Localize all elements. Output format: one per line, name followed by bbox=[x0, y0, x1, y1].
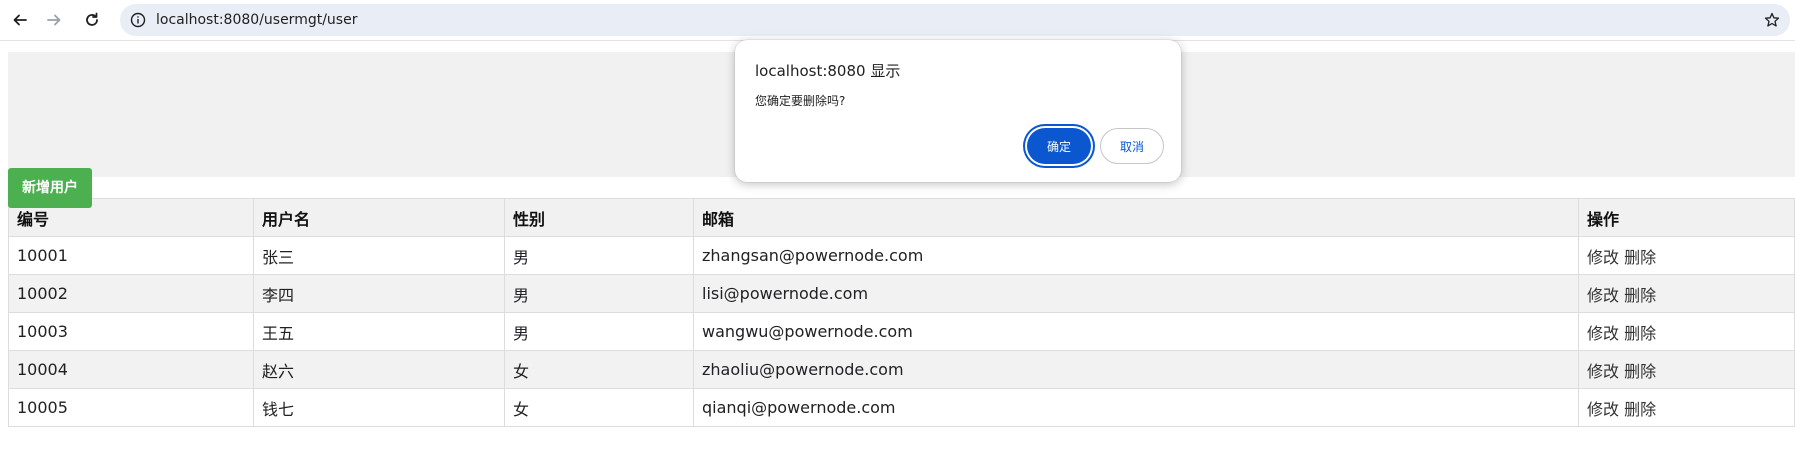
dialog-message: 您确定要删除吗? bbox=[755, 94, 846, 108]
forward-icon[interactable] bbox=[42, 8, 66, 32]
edit-link[interactable]: 修改 bbox=[1587, 362, 1619, 381]
cell-username: 钱七 bbox=[253, 388, 505, 427]
edit-link[interactable]: 修改 bbox=[1587, 248, 1619, 267]
table-row: 10004 赵六 女 zhaoliu@powernode.com 修改 删除 bbox=[8, 350, 1795, 389]
header-email: 邮箱 bbox=[693, 198, 1579, 237]
cell-actions: 修改 删除 bbox=[1578, 236, 1795, 275]
cell-username: 张三 bbox=[253, 236, 505, 275]
edit-link[interactable]: 修改 bbox=[1587, 286, 1619, 305]
table-row: 10003 王五 男 wangwu@powernode.com 修改 删除 bbox=[8, 312, 1795, 351]
header-actions: 操作 bbox=[1578, 198, 1795, 237]
url-text[interactable]: localhost:8080/usermgt/user bbox=[156, 4, 357, 36]
cell-id: 10005 bbox=[8, 388, 254, 427]
cell-id: 10001 bbox=[8, 236, 254, 275]
cell-gender: 男 bbox=[504, 274, 694, 313]
confirm-dialog: localhost:8080 显示 您确定要删除吗? 确定 取消 bbox=[735, 40, 1181, 182]
cell-username: 赵六 bbox=[253, 350, 505, 389]
table-row: 10005 钱七 女 qianqi@powernode.com 修改 删除 bbox=[8, 388, 1795, 427]
cell-id: 10003 bbox=[8, 312, 254, 351]
star-icon[interactable] bbox=[1764, 12, 1780, 28]
cell-email: wangwu@powernode.com bbox=[693, 312, 1579, 351]
browser-toolbar: localhost:8080/usermgt/user bbox=[0, 0, 1795, 41]
cell-username: 李四 bbox=[253, 274, 505, 313]
delete-link[interactable]: 删除 bbox=[1624, 248, 1656, 267]
table-row: 10002 李四 男 lisi@powernode.com 修改 删除 bbox=[8, 274, 1795, 313]
cell-gender: 女 bbox=[504, 388, 694, 427]
cell-id: 10004 bbox=[8, 350, 254, 389]
cell-email: lisi@powernode.com bbox=[693, 274, 1579, 313]
cancel-button[interactable]: 取消 bbox=[1100, 128, 1164, 164]
table-row: 10001 张三 男 zhangsan@powernode.com 修改 删除 bbox=[8, 236, 1795, 275]
cell-email: qianqi@powernode.com bbox=[693, 388, 1579, 427]
delete-link[interactable]: 删除 bbox=[1624, 400, 1656, 419]
cell-email: zhangsan@powernode.com bbox=[693, 236, 1579, 275]
header-username: 用户名 bbox=[253, 198, 505, 237]
info-icon[interactable] bbox=[130, 12, 146, 28]
edit-link[interactable]: 修改 bbox=[1587, 324, 1619, 343]
cell-gender: 男 bbox=[504, 236, 694, 275]
dialog-title: localhost:8080 显示 bbox=[755, 62, 901, 80]
delete-link[interactable]: 删除 bbox=[1624, 362, 1656, 381]
confirm-button[interactable]: 确定 bbox=[1027, 128, 1091, 164]
delete-link[interactable]: 删除 bbox=[1624, 286, 1656, 305]
edit-link[interactable]: 修改 bbox=[1587, 400, 1619, 419]
back-icon[interactable] bbox=[8, 8, 32, 32]
user-table: 编号 用户名 性别 邮箱 操作 10001 张三 男 zhangsan@powe… bbox=[8, 198, 1795, 427]
cell-actions: 修改 删除 bbox=[1578, 350, 1795, 389]
address-bar[interactable]: localhost:8080/usermgt/user bbox=[120, 4, 1790, 36]
cell-actions: 修改 删除 bbox=[1578, 312, 1795, 351]
cell-id: 10002 bbox=[8, 274, 254, 313]
delete-link[interactable]: 删除 bbox=[1624, 324, 1656, 343]
cell-gender: 男 bbox=[504, 312, 694, 351]
cell-actions: 修改 删除 bbox=[1578, 388, 1795, 427]
table-header-row: 编号 用户名 性别 邮箱 操作 bbox=[8, 198, 1795, 237]
cell-gender: 女 bbox=[504, 350, 694, 389]
reload-icon[interactable] bbox=[80, 8, 104, 32]
add-user-button[interactable]: 新增用户 bbox=[8, 168, 92, 208]
cell-actions: 修改 删除 bbox=[1578, 274, 1795, 313]
cell-email: zhaoliu@powernode.com bbox=[693, 350, 1579, 389]
cell-username: 王五 bbox=[253, 312, 505, 351]
header-gender: 性别 bbox=[504, 198, 694, 237]
